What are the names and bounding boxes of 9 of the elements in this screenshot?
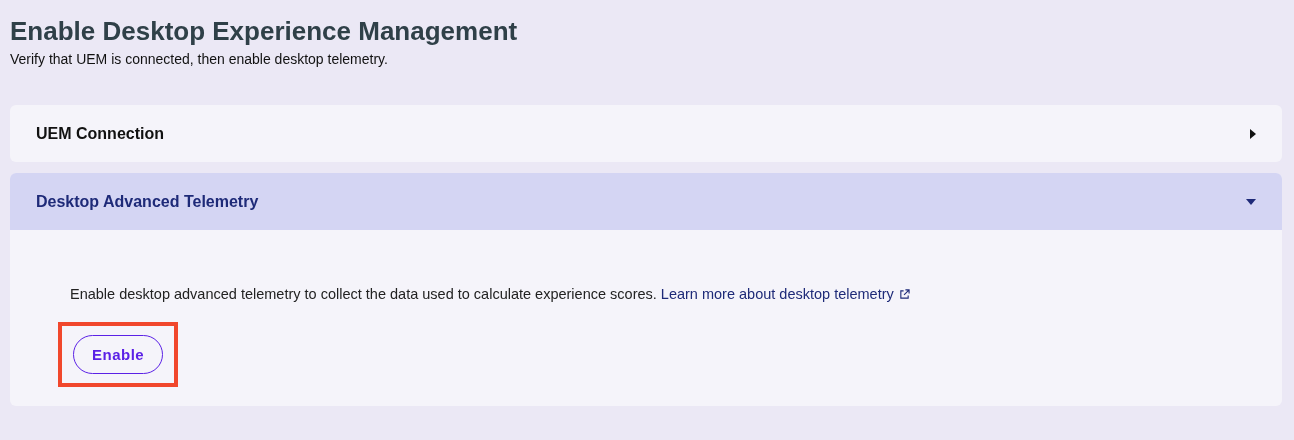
external-link-icon: [898, 289, 910, 300]
caret-down-icon: [1246, 198, 1256, 205]
learn-more-link[interactable]: Learn more about desktop telemetry: [660, 286, 910, 302]
page-title: Enable Desktop Experience Management: [10, 15, 519, 48]
description-text: Enable desktop advanced telemetry to collect the data used to calculate experience scores. Learn more about desktop telemetry: [70, 286, 1222, 302]
accordion-header[interactable]: UEM Connection: [10, 105, 1282, 162]
accordion-header[interactable]: Desktop Advanced Telemetry: [10, 173, 1282, 230]
page-subtitle: Verify that UEM is connected, then enable desktop telemetry.: [10, 51, 389, 67]
caret-right-icon: [1250, 128, 1256, 139]
